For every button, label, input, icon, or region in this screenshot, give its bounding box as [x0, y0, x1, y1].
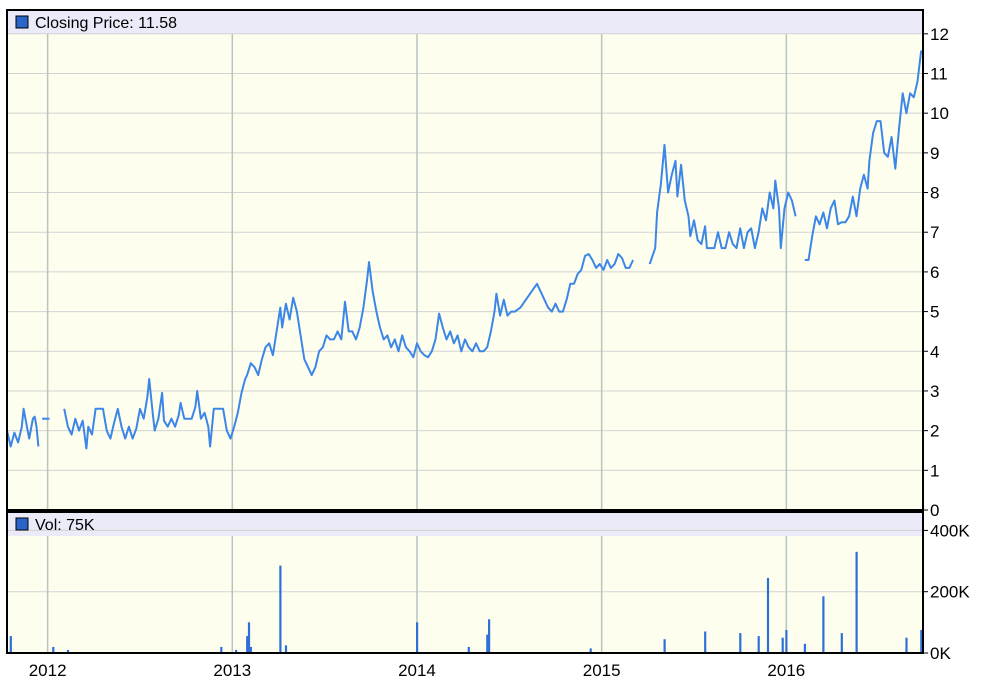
x-tick-label: 2015: [583, 661, 621, 680]
volume-bar: [766, 577, 770, 653]
volume-bar: [279, 565, 282, 653]
price-legend-label: Closing Price: 11.58: [35, 15, 177, 32]
price-y-tick-label: 11: [930, 64, 948, 83]
price-y-tick-label: 6: [930, 263, 939, 282]
price-y-tick-label: 3: [930, 382, 939, 401]
volume-bar: [284, 645, 288, 653]
price-y-tick-label: 10: [930, 104, 949, 123]
price-y-tick-label: 12: [930, 25, 949, 44]
volume-bar: [416, 622, 419, 653]
price-y-tick-label: 4: [930, 342, 939, 361]
x-tick-label: 2014: [398, 661, 436, 680]
volume-bar: [855, 551, 858, 653]
volume-bar: [781, 637, 784, 653]
price-y-tick-label: 0: [930, 501, 939, 520]
volume-y-axis: 0K 200K 400K: [923, 521, 970, 663]
volume-legend-swatch: [15, 517, 29, 531]
volume-bar: [905, 637, 908, 653]
price-y-tick-label: 1: [930, 461, 939, 480]
volume-bar: [704, 631, 707, 653]
volume-y-tick-label: 0K: [930, 644, 951, 663]
volume-bar: [247, 622, 251, 653]
x-axis: 2012 2013 2014 2015 2016: [29, 661, 806, 680]
volume-legend-label: Vol: 75K: [35, 517, 95, 534]
x-tick-label: 2012: [29, 661, 67, 680]
volume-panel: Vol: 75K 0K 200K 400K: [6, 511, 970, 663]
x-tick-label: 2016: [767, 661, 805, 680]
volume-bar: [488, 619, 491, 653]
volume-legend-band: [8, 513, 922, 536]
volume-bar: [739, 633, 742, 653]
volume-bar: [9, 636, 12, 653]
stock-chart: Closing Price: 11.58 0123456789101112 Vo…: [6, 9, 970, 680]
volume-y-tick-label: 400K: [930, 521, 970, 540]
volume-bar: [785, 630, 788, 653]
price-y-tick-label: 5: [930, 303, 939, 322]
volume-bar: [663, 639, 666, 653]
volume-bar: [757, 636, 760, 653]
volume-bar: [840, 633, 843, 653]
volume-bar: [803, 643, 806, 653]
volume-bar: [822, 596, 825, 653]
price-y-axis: 0123456789101112: [923, 25, 949, 520]
price-y-tick-label: 9: [930, 144, 939, 163]
price-y-tick-label: 7: [930, 223, 939, 242]
price-legend: Closing Price: 11.58: [15, 15, 177, 32]
volume-y-tick-label: 200K: [930, 583, 970, 602]
price-panel: Closing Price: 11.58 0123456789101112: [6, 9, 949, 520]
price-legend-swatch: [15, 15, 29, 29]
price-y-tick-label: 8: [930, 184, 939, 203]
x-tick-label: 2013: [213, 661, 251, 680]
price-y-tick-label: 2: [930, 422, 939, 441]
